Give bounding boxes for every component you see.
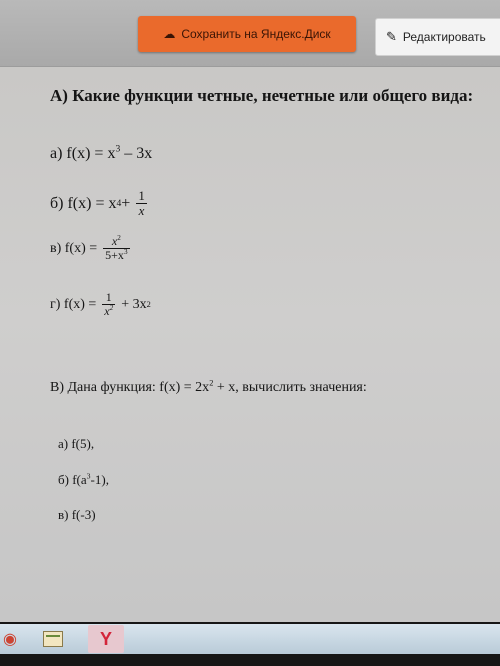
document-page: А) Какие функции четные, нечетные или об… bbox=[0, 66, 500, 623]
section-b-item-2: б) f(a3-1), bbox=[58, 471, 109, 487]
section-b-item-3: в) f(-3) bbox=[58, 507, 96, 522]
edit-button[interactable]: ✎ Редактировать bbox=[375, 18, 500, 56]
function-a: а) f(x) = x3 – 3x bbox=[50, 143, 153, 162]
calendar-app-icon[interactable] bbox=[40, 626, 66, 652]
pencil-icon: ✎ bbox=[386, 29, 397, 44]
function-b: б) f(x) = x4 + 1 x bbox=[50, 188, 147, 219]
disk-icon: ☁ bbox=[163, 27, 176, 41]
section-a-heading: А) Какие функции четные, нечетные или об… bbox=[50, 86, 474, 105]
fraction: x2 5+x3 bbox=[103, 234, 130, 263]
document-toolbar: ☁ Сохранить на Яндекс.Диск ✎ Редактирова… bbox=[0, 0, 500, 66]
function-v: в) f(x) = x2 5+x3 bbox=[50, 234, 130, 263]
function-g: г) f(x) = 1 x2 + 3x 2 bbox=[50, 290, 151, 319]
save-button-label: Сохранить на Яндекс.Диск bbox=[181, 27, 331, 41]
edit-button-label: Редактировать bbox=[402, 30, 486, 44]
start-orb-icon[interactable]: ◉ bbox=[0, 626, 20, 652]
section-b-item-1: а) f(5), bbox=[58, 436, 95, 451]
taskbar-strip: ◉ Y bbox=[0, 624, 500, 654]
taskbar: ◉ Y bbox=[0, 622, 500, 666]
fraction: 1 x bbox=[136, 188, 147, 219]
save-to-yandex-disk-button[interactable]: ☁ Сохранить на Яндекс.Диск bbox=[138, 16, 356, 52]
fraction: 1 x2 bbox=[102, 290, 116, 319]
section-b-heading: В) Дана функция: f(x) = 2x2 + x, вычисли… bbox=[50, 378, 367, 395]
yandex-browser-icon[interactable]: Y bbox=[88, 625, 124, 653]
